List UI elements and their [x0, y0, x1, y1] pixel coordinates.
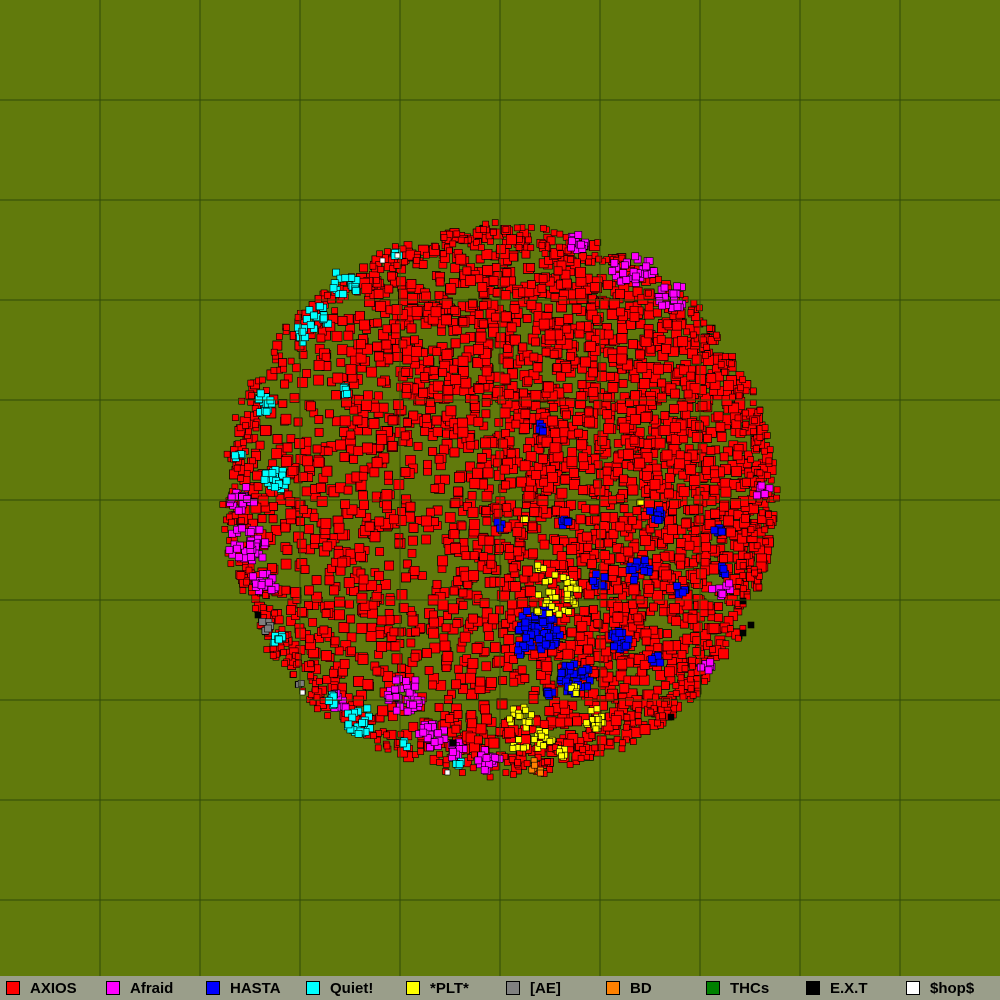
territory-cell: [691, 526, 701, 535]
territory-cell: [606, 372, 615, 381]
territory-cell: [494, 418, 504, 427]
territory-cell: [454, 664, 463, 674]
territory-cell: [581, 504, 590, 514]
territory-cell: [567, 447, 578, 457]
territory-cell: [550, 536, 560, 545]
territory-cell: [286, 434, 296, 443]
territory-cell: [374, 391, 383, 401]
territory-cell: [556, 487, 568, 499]
territory-cell: [437, 326, 446, 336]
territory-cell: [297, 377, 308, 388]
territory-cell: [655, 669, 667, 681]
territory-cell: [695, 365, 707, 376]
territory-cell: [714, 613, 723, 623]
territory-cell: [280, 558, 292, 570]
territory-cell: [337, 344, 348, 356]
territory-cell: [406, 638, 416, 648]
territory-cell: [539, 539, 550, 550]
territory-cell: [469, 518, 480, 530]
territory-cell: [304, 524, 314, 535]
territory-cell: [634, 427, 645, 438]
territory-cell: [450, 263, 460, 273]
territory-cell: [331, 330, 343, 342]
territory-cell: [280, 413, 292, 425]
territory-cell: [481, 661, 492, 672]
territory-cell: [292, 363, 301, 373]
territory-cell: [544, 303, 554, 313]
territory-map-canvas: [0, 0, 1000, 976]
territory-cell: [659, 607, 668, 617]
territory-cell: [596, 371, 608, 382]
territory-cell: [369, 467, 380, 478]
territory-cell: [367, 622, 377, 633]
territory-cell: [271, 448, 283, 460]
territory-cell: [308, 617, 318, 627]
territory-cell: [301, 486, 312, 497]
territory-cell: [380, 579, 391, 590]
territory-cell: [716, 432, 727, 443]
territory-cell: [366, 366, 377, 378]
territory-cell: [313, 374, 324, 386]
territory-cell: [689, 558, 698, 568]
territory-cell: [421, 534, 431, 545]
territory-cell: [612, 543, 623, 553]
territory-cell: [289, 393, 300, 403]
territory-map[interactable]: [0, 0, 1000, 976]
territory-cell: [393, 479, 405, 490]
territory-cell: [336, 358, 346, 367]
territory-cell: [407, 548, 417, 558]
territory-cell: [444, 512, 456, 523]
